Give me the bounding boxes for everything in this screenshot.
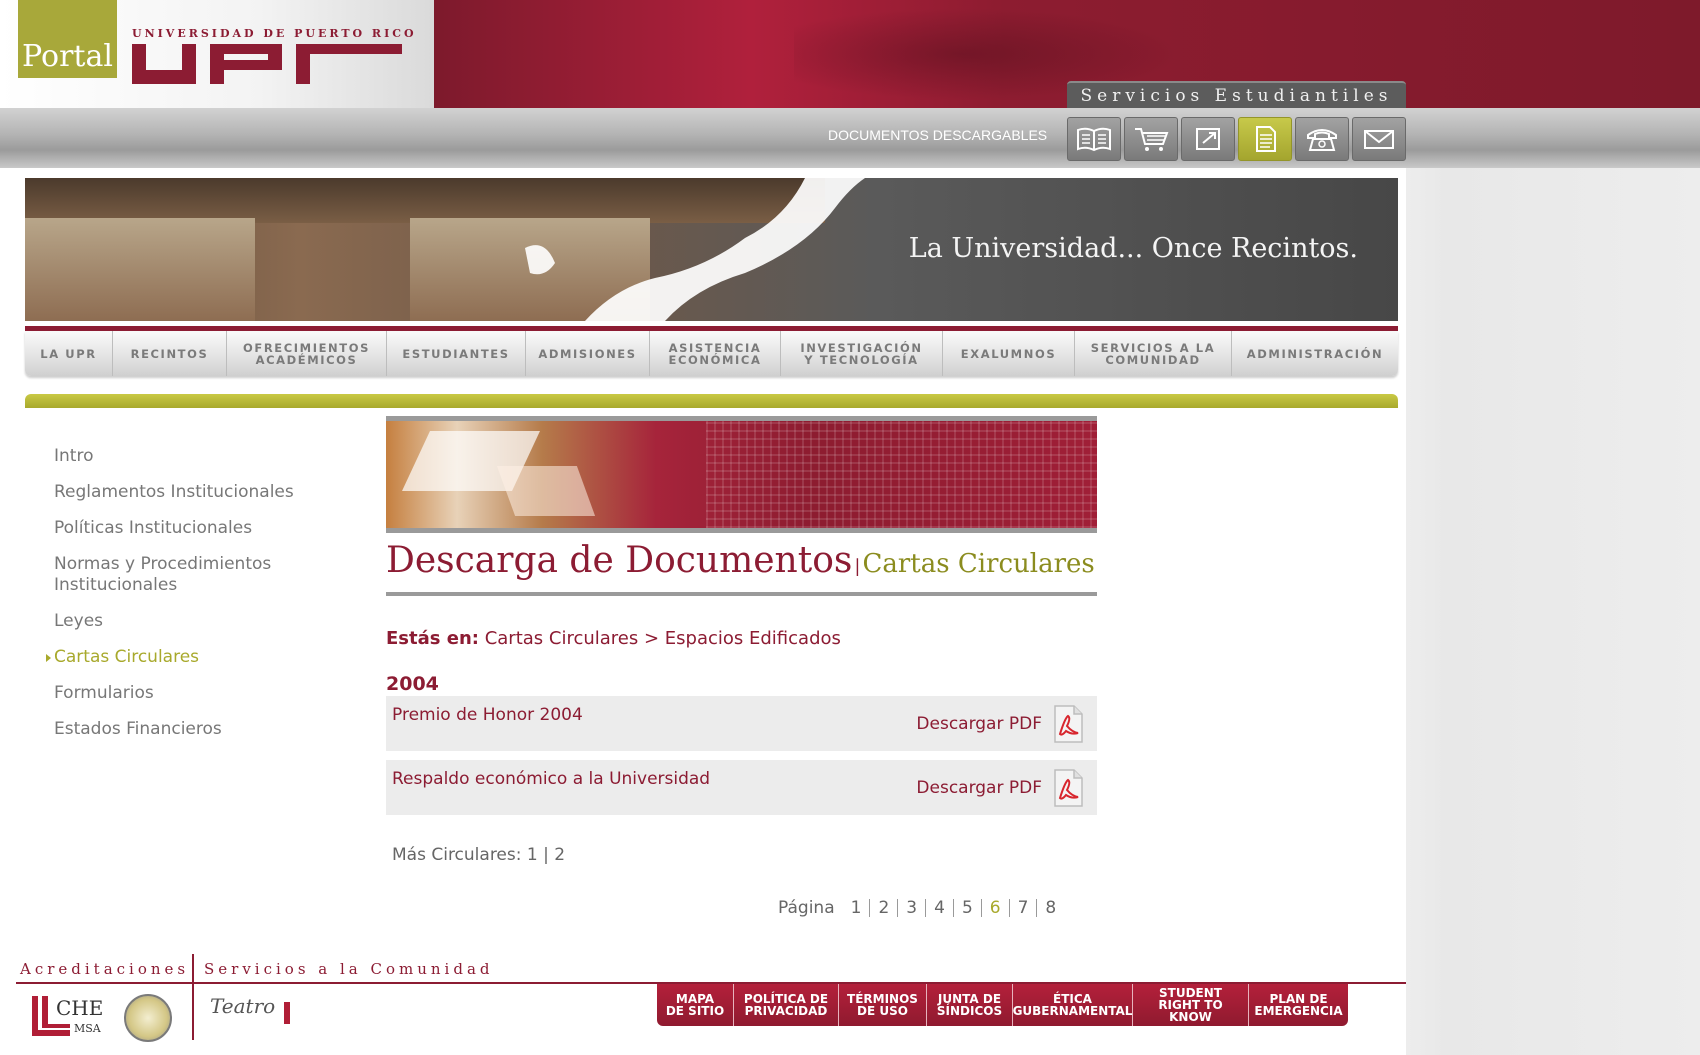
document-icon[interactable]	[1238, 117, 1292, 161]
student-services-tab[interactable]: Servicios Estudiantiles	[1067, 81, 1406, 109]
page-subtitle: Cartas Circulares	[862, 549, 1095, 579]
nav-item-la-upr[interactable]: LA UPR	[25, 331, 113, 376]
footer-link-student-right[interactable]: STUDENT RIGHT TO KNOW	[1133, 984, 1249, 1026]
editorial-logo-bar	[284, 1002, 290, 1024]
nav-bar: LA UPR RECINTOS OFRECIMIENTOS ACADÉMICOS…	[25, 331, 1398, 376]
breadcrumb-label: Estás en:	[386, 628, 479, 649]
toolbar-icons	[1067, 117, 1406, 161]
footer-link-etica[interactable]: ÉTICA GUBERNAMENTAL	[1013, 984, 1133, 1026]
pagination: Página 1 2 3 4 5 6 7 8	[778, 898, 1064, 918]
footer-divider	[192, 954, 194, 1040]
accreditations-label: Acreditaciones	[20, 960, 190, 978]
olive-divider	[25, 394, 1398, 408]
nav-item-investigacion[interactable]: INVESTIGACIÓN Y TECNOLOGÍA	[781, 331, 943, 376]
banner-shard	[496, 466, 596, 516]
footer-link-privacidad[interactable]: POLÍTICA DE PRIVACIDAD	[734, 984, 839, 1026]
editorial-logo[interactable]	[284, 1000, 360, 1030]
sidebar-item-politicas[interactable]: Políticas Institucionales	[54, 518, 354, 539]
pdf-icon[interactable]	[1051, 768, 1085, 808]
nav-item-asistencia[interactable]: ASISTENCIA ECONÓMICA	[650, 331, 781, 376]
university-name: UNIVERSIDAD DE PUERTO RICO	[132, 27, 417, 40]
more-circulars-label: Más Circulares:	[392, 845, 522, 865]
footer-link-mapa[interactable]: MAPA DE SITIO	[657, 984, 734, 1026]
mail-icon[interactable]	[1352, 117, 1406, 161]
footer-links: MAPA DE SITIO POLÍTICA DE PRIVACIDAD TÉR…	[657, 984, 1348, 1026]
download-pdf-link[interactable]: Descargar PDF	[916, 714, 1042, 734]
upr-logo-mark[interactable]	[132, 44, 402, 88]
sidebar-item-leyes[interactable]: Leyes	[54, 611, 354, 632]
hero-pillar	[25, 218, 255, 321]
nav-item-servicios[interactable]: SERVICIOS A LA COMUNIDAD	[1075, 331, 1232, 376]
nav-item-admisiones[interactable]: ADMISIONES	[526, 331, 650, 376]
sidebar-item-normas[interactable]: Normas y Procedimientos Institucionales	[54, 554, 354, 596]
main-nav: LA UPR RECINTOS OFRECIMIENTOS ACADÉMICOS…	[25, 326, 1398, 378]
pdf-icon[interactable]	[1051, 704, 1085, 744]
footer-link-emergencia[interactable]: PLAN DE EMERGENCIA	[1249, 984, 1348, 1026]
download-pdf-link[interactable]: Descargar PDF	[916, 778, 1042, 798]
breadcrumb: Estás en: Cartas Circulares > Espacios E…	[386, 628, 841, 649]
page-link-current[interactable]: 6	[982, 899, 1010, 917]
cart-icon[interactable]	[1124, 117, 1178, 161]
sidebar-item-intro[interactable]: Intro	[54, 446, 354, 467]
page-link[interactable]: 5	[954, 899, 982, 917]
more-circulars: Más Circulares: 1 | 2	[392, 845, 565, 865]
year-heading: 2004	[386, 673, 439, 695]
pagination-label: Página	[778, 898, 835, 918]
hero-banner: La Universidad... Once Recintos.	[25, 178, 1398, 321]
banner-grid	[706, 421, 1097, 528]
more-circulars-pages[interactable]: 1 | 2	[527, 845, 565, 865]
page-link[interactable]: 3	[898, 899, 927, 917]
portal-badge[interactable]: Portal	[18, 0, 117, 78]
accreditation-seal[interactable]	[124, 994, 172, 1042]
nav-item-ofrecimientos[interactable]: OFRECIMIENTOS ACADÉMICOS	[227, 331, 387, 376]
document-title: Premio de Honor 2004	[392, 705, 583, 725]
page-link[interactable]: 8	[1037, 899, 1064, 917]
footer-link-terminos[interactable]: TÉRMINOS DE USO	[839, 984, 927, 1026]
nav-item-estudiantes[interactable]: ESTUDIANTES	[387, 331, 526, 376]
teatro-logo[interactable]: Teatro	[210, 994, 275, 1018]
nav-item-administracion[interactable]: ADMINISTRACIÓN	[1232, 331, 1398, 376]
document-row: Respaldo económico a la Universidad Desc…	[386, 760, 1097, 815]
page-link[interactable]: 4	[926, 899, 954, 917]
page-link[interactable]: 1	[843, 899, 871, 917]
che-logo-text: CHE	[56, 996, 104, 1020]
community-services-label: Servicios a la Comunidad	[204, 960, 494, 978]
document-title: Respaldo económico a la Universidad	[392, 769, 711, 789]
sidebar-item-estados-financieros[interactable]: Estados Financieros	[54, 719, 354, 740]
sidebar-item-formularios[interactable]: Formularios	[54, 683, 354, 704]
toolbar-section-label: DOCUMENTOS DESCARGABLES	[828, 127, 1048, 143]
logo-area[interactable]: Portal UNIVERSIDAD DE PUERTO RICO	[0, 0, 434, 108]
nav-item-recintos[interactable]: RECINTOS	[113, 331, 227, 376]
breadcrumb-path[interactable]: Cartas Circulares > Espacios Edificados	[485, 628, 841, 649]
sidebar-item-cartas-circulares[interactable]: Cartas Circulares	[46, 647, 354, 668]
page-title: Descarga de Documentos |Cartas Circulares	[386, 540, 1097, 596]
page-link[interactable]: 2	[870, 899, 899, 917]
site-header: Portal UNIVERSIDAD DE PUERTO RICO Servic…	[0, 0, 1700, 109]
content-banner-image	[386, 416, 1097, 533]
nav-item-exalumnos[interactable]: EXALUMNOS	[943, 331, 1075, 376]
site-footer: Acreditaciones Servicios a la Comunidad …	[16, 950, 1406, 1055]
document-row: Premio de Honor 2004 Descargar PDF	[386, 696, 1097, 751]
phone-icon[interactable]	[1295, 117, 1349, 161]
page-link[interactable]: 7	[1010, 899, 1038, 917]
book-icon[interactable]	[1067, 117, 1121, 161]
title-separator: |	[854, 556, 861, 577]
hero-tagline: La Universidad... Once Recintos.	[908, 233, 1358, 264]
link-icon[interactable]	[1181, 117, 1235, 161]
msa-logo-text: MSA	[74, 1022, 101, 1035]
sidebar: Intro Reglamentos Institucionales Políti…	[46, 446, 354, 755]
page-title-main: Descarga de Documentos	[386, 540, 853, 581]
sidebar-item-reglamentos[interactable]: Reglamentos Institucionales	[54, 482, 354, 503]
footer-link-junta[interactable]: JUNTA DE SÍNDICOS	[927, 984, 1013, 1026]
